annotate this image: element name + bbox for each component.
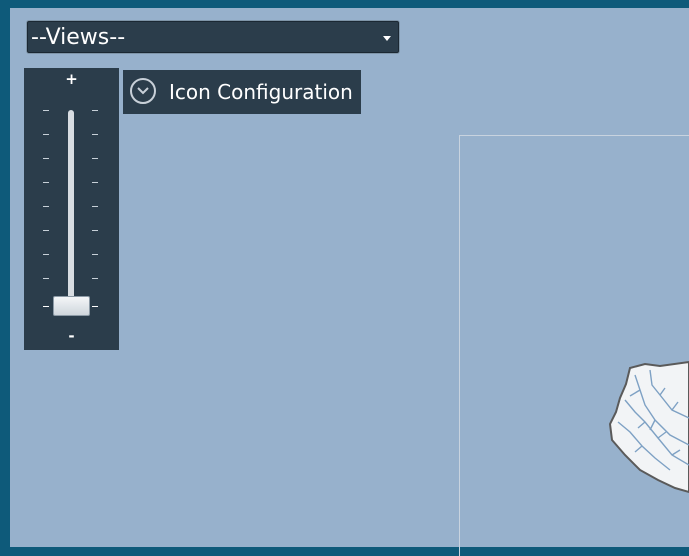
zoom-tick — [92, 254, 98, 255]
icon-configuration-button[interactable]: Icon Configuration — [123, 70, 361, 114]
zoom-tick — [92, 230, 98, 231]
zoom-thumb-line — [92, 306, 98, 307]
zoom-tick — [92, 182, 98, 183]
zoom-tick — [92, 206, 98, 207]
zoom-slider-panel: + - — [24, 68, 119, 350]
zoom-tick — [92, 278, 98, 279]
zoom-tick — [92, 110, 98, 111]
zoom-out-button[interactable]: - — [24, 327, 119, 345]
zoom-tick — [43, 110, 49, 111]
zoom-tick — [92, 134, 98, 135]
zoom-tick — [43, 254, 49, 255]
zoom-tick — [43, 206, 49, 207]
dropdown-caret-icon — [383, 36, 391, 41]
zoom-in-button[interactable]: + — [24, 70, 119, 88]
icon-configuration-label: Icon Configuration — [169, 80, 353, 104]
views-dropdown[interactable]: --Views-- — [26, 20, 400, 54]
zoom-thumb-line — [43, 306, 49, 307]
views-dropdown-value: --Views-- — [31, 25, 126, 50]
zoom-slider-track[interactable] — [68, 110, 74, 306]
watershed-map-shape — [608, 360, 689, 494]
zoom-tick — [43, 230, 49, 231]
zoom-tick — [43, 182, 49, 183]
zoom-tick — [43, 134, 49, 135]
zoom-tick — [43, 158, 49, 159]
zoom-slider-thumb[interactable] — [53, 296, 90, 316]
zoom-tick — [92, 158, 98, 159]
chevron-down-icon — [130, 78, 156, 104]
zoom-tick — [43, 278, 49, 279]
